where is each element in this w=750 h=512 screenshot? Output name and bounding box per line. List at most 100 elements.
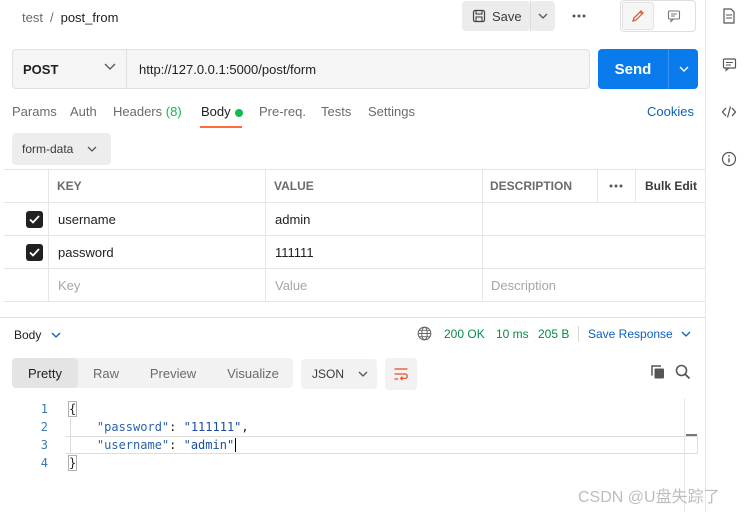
row-key-cell[interactable]: username: [58, 203, 116, 235]
response-section-label: Body: [14, 328, 42, 342]
view-tab-raw[interactable]: Raw: [78, 358, 134, 388]
tab-prerequest[interactable]: Pre-req.: [259, 104, 306, 122]
column-options-button[interactable]: [609, 170, 623, 202]
table-row: username admin: [4, 203, 705, 236]
column-header-value: VALUE: [274, 179, 314, 193]
row-description-cell[interactable]: [482, 236, 705, 268]
edit-mode-button[interactable]: [622, 2, 654, 30]
tab-params[interactable]: Params: [12, 104, 57, 122]
line-number: 2: [40, 420, 48, 434]
code-icon[interactable]: [720, 103, 738, 121]
documentation-icon[interactable]: [720, 7, 738, 25]
view-tab-pretty[interactable]: Pretty: [12, 358, 78, 388]
response-divider: [0, 317, 705, 318]
request-name[interactable]: post_from: [61, 10, 119, 25]
column-divider: [482, 169, 483, 302]
scrollbar-marker: [686, 434, 697, 436]
status-badge[interactable]: 200 OK: [444, 327, 485, 341]
comments-icon[interactable]: [720, 55, 738, 73]
comment-mode-button[interactable]: [658, 2, 690, 30]
search-icon[interactable]: [675, 364, 691, 380]
row-description-cell[interactable]: [482, 203, 705, 235]
line-number: 1: [40, 402, 48, 416]
json-open-brace: {: [68, 401, 78, 417]
url-input[interactable]: http://127.0.0.1:5000/post/form: [139, 50, 316, 88]
save-response-button[interactable]: Save Response: [588, 327, 691, 341]
chevron-down-icon: [51, 332, 61, 338]
response-section-select[interactable]: Body: [14, 328, 61, 342]
active-tab-underline: [200, 126, 242, 128]
breadcrumb: test / post_from: [22, 0, 118, 34]
send-button[interactable]: Send: [598, 49, 668, 89]
save-label: Save: [492, 8, 522, 24]
json-key: "password": [96, 420, 170, 434]
code-line: {: [68, 401, 78, 417]
row-value-cell[interactable]: admin: [275, 203, 310, 235]
view-tab-visualize[interactable]: Visualize: [214, 358, 292, 388]
view-tab-preview[interactable]: Preview: [138, 358, 208, 388]
cookies-link[interactable]: Cookies: [647, 104, 694, 119]
code-line: }: [68, 455, 78, 471]
text-cursor: [235, 438, 237, 452]
new-value-input[interactable]: Value: [275, 269, 307, 301]
save-options-button[interactable]: [530, 1, 555, 31]
tab-headers-label: Headers: [113, 104, 163, 119]
check-icon: [29, 214, 40, 224]
column-header-key: KEY: [57, 179, 82, 193]
column-divider: [265, 169, 266, 302]
chevron-down-icon: [538, 13, 548, 19]
right-sidebar: [705, 0, 750, 512]
column-header-description: DESCRIPTION: [490, 179, 573, 193]
chevron-down-icon: [358, 371, 368, 377]
ellipsis-icon: [609, 184, 623, 188]
tab-headers[interactable]: Headers (8): [113, 104, 182, 122]
bulk-edit-button[interactable]: Bulk Edit: [645, 170, 697, 202]
tab-tests[interactable]: Tests: [321, 104, 351, 122]
divider: [578, 326, 579, 342]
code-line: "username": "admin": [96, 438, 237, 452]
line-number: 4: [40, 456, 48, 470]
row-value-cell[interactable]: 111111: [275, 236, 314, 268]
format-label: JSON: [312, 367, 345, 381]
chevron-down-icon: [679, 66, 688, 72]
pencil-icon: [632, 10, 644, 22]
body-type-select[interactable]: form-data: [12, 133, 111, 165]
info-icon[interactable]: [720, 150, 738, 168]
copy-icon[interactable]: [650, 364, 666, 380]
format-select[interactable]: JSON: [301, 359, 377, 389]
wrap-lines-button[interactable]: [385, 358, 417, 390]
column-divider: [48, 169, 49, 302]
new-key-input[interactable]: Key: [58, 269, 80, 301]
response-size[interactable]: 205 B: [538, 327, 569, 341]
chevron-down-icon: [87, 146, 97, 152]
response-time[interactable]: 10 ms: [496, 327, 529, 341]
save-icon: [472, 9, 486, 23]
method-label: POST: [23, 61, 59, 77]
more-actions-button[interactable]: [568, 8, 590, 24]
column-divider: [597, 169, 598, 203]
save-button[interactable]: Save: [462, 1, 530, 31]
new-description-input[interactable]: Description: [491, 269, 556, 301]
json-close-brace: }: [68, 455, 78, 471]
chevron-down-icon: [104, 63, 116, 70]
json-value: "admin": [183, 438, 235, 452]
table-header-row: KEY VALUE DESCRIPTION Bulk Edit: [4, 169, 705, 203]
row-key-cell[interactable]: password: [58, 236, 114, 268]
tab-settings[interactable]: Settings: [368, 104, 415, 122]
check-icon: [29, 247, 40, 257]
send-options-button[interactable]: [668, 49, 698, 89]
column-divider: [635, 169, 636, 203]
code-line: "password": "111111",: [96, 420, 249, 434]
watermark: CSDN @U盘失踪了: [578, 489, 720, 506]
tab-body[interactable]: Body: [201, 104, 231, 122]
table-row: password 111111: [4, 236, 705, 269]
breadcrumb-collection[interactable]: test: [22, 10, 43, 25]
json-key: "username": [96, 438, 170, 452]
wrap-lines-icon: [394, 368, 408, 381]
globe-icon[interactable]: [417, 326, 432, 341]
tab-auth[interactable]: Auth: [70, 104, 97, 122]
row-enabled-checkbox[interactable]: [26, 203, 43, 235]
headers-count-badge: (8): [165, 104, 182, 119]
table-row-new: Key Value Description: [4, 269, 705, 302]
row-enabled-checkbox[interactable]: [26, 236, 43, 268]
